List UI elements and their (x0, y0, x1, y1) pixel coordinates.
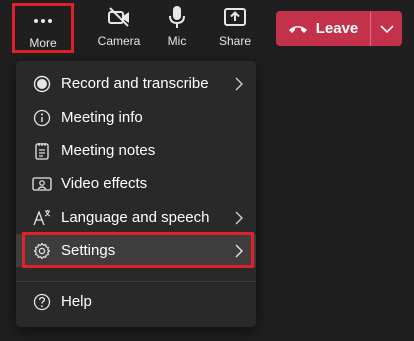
help-icon (31, 291, 53, 313)
more-button[interactable]: More (12, 3, 74, 53)
leave-options-button[interactable] (371, 11, 402, 46)
menu-item-label: Meeting info (61, 109, 143, 126)
phone-hangup-icon (288, 24, 308, 34)
chevron-down-icon (379, 24, 394, 33)
chevron-right-icon (232, 244, 246, 258)
more-label: More (29, 36, 57, 50)
share-icon (215, 3, 255, 31)
camera-button[interactable]: Camera (97, 3, 141, 53)
more-menu: Record and transcribe Meeting info Meeti… (16, 61, 256, 327)
record-icon (31, 73, 53, 95)
chevron-right-icon (232, 211, 246, 225)
menu-item-record-and-transcribe[interactable]: Record and transcribe (16, 67, 256, 100)
camera-label: Camera (97, 34, 141, 48)
share-label: Share (218, 34, 252, 48)
menu-item-settings[interactable]: Settings (16, 234, 256, 267)
menu-item-label: Settings (61, 242, 116, 259)
mic-icon (157, 3, 197, 31)
menu-item-label: Language and speech (61, 209, 210, 226)
menu-item-label: Record and transcribe (61, 75, 209, 92)
mic-label: Mic (167, 34, 187, 48)
menu-item-label: Help (61, 293, 92, 310)
menu-item-help[interactable]: Help (16, 285, 256, 318)
leave-button-group: Leave (276, 11, 402, 46)
camera-off-icon (99, 3, 139, 31)
language-icon (31, 207, 53, 229)
share-button[interactable]: Share (215, 3, 255, 53)
gear-icon (31, 240, 53, 262)
meeting-toolbar: More Camera Mic Share Leave (0, 0, 414, 58)
info-icon (31, 107, 53, 129)
leave-label: Leave (315, 20, 359, 37)
mic-button[interactable]: Mic (157, 3, 197, 53)
menu-item-language-and-speech[interactable]: Language and speech (16, 201, 256, 234)
menu-divider (16, 281, 256, 282)
menu-item-label: Video effects (61, 175, 148, 192)
menu-item-video-effects[interactable]: Video effects (16, 167, 256, 200)
menu-item-label: Meeting notes (61, 142, 156, 159)
leave-button[interactable]: Leave (276, 11, 370, 46)
menu-item-meeting-info[interactable]: Meeting info (16, 101, 256, 134)
more-dots-icon (23, 8, 63, 33)
notes-icon (31, 140, 53, 162)
video-effects-icon (31, 173, 53, 195)
menu-item-meeting-notes[interactable]: Meeting notes (16, 134, 256, 167)
chevron-right-icon (232, 77, 246, 91)
